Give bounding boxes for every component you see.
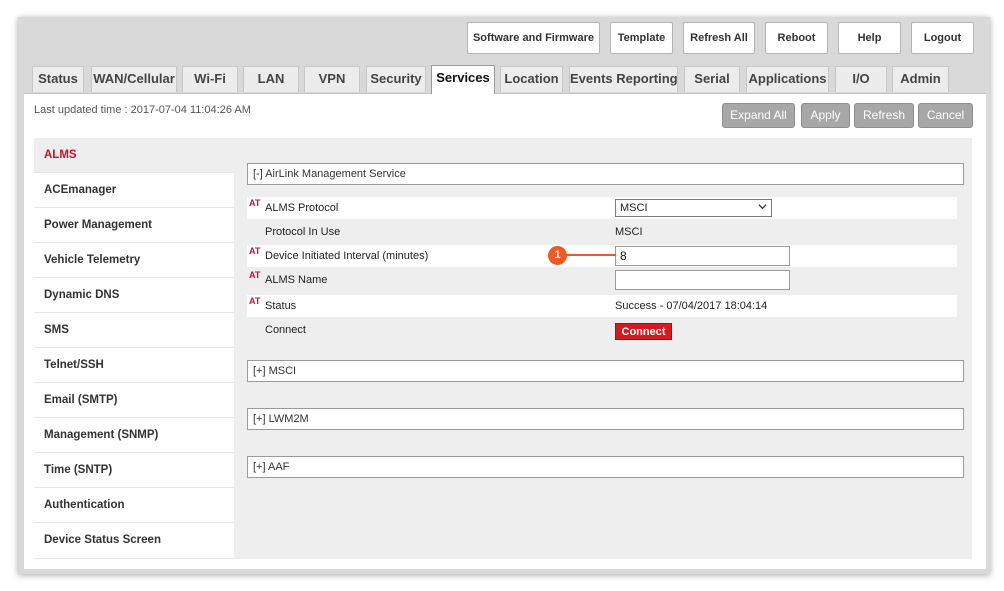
- connect-label: Connect: [265, 324, 306, 336]
- status-label: Status: [265, 300, 297, 312]
- sidebar-item-management-snmp[interactable]: Management (SNMP): [34, 418, 234, 453]
- last-updated-text: Last updated time : 2017-07-04 11:04:26 …: [34, 104, 251, 116]
- sidebar-item-dynamic-dns[interactable]: Dynamic DNS: [34, 278, 234, 313]
- alms-protocol-label: ALMS Protocol: [265, 202, 339, 214]
- refresh-button[interactable]: Refresh: [854, 103, 914, 128]
- tab-events-reporting[interactable]: Events Reporting: [569, 66, 678, 92]
- template-button[interactable]: Template: [610, 22, 673, 54]
- expand-all-button[interactable]: Expand All: [722, 103, 795, 128]
- connect-row: Connect Connect: [247, 319, 957, 341]
- tab-services[interactable]: Services: [431, 65, 495, 94]
- sidebar-item-vehicle-telemetry[interactable]: Vehicle Telemetry: [34, 243, 234, 278]
- tab-wan-cellular[interactable]: WAN/Cellular: [91, 66, 177, 92]
- section-lwm2m-header[interactable]: [+] LWM2M: [247, 408, 964, 430]
- help-button[interactable]: Help: [838, 22, 901, 54]
- sidebar-item-telnet-ssh[interactable]: Telnet/SSH: [34, 348, 234, 383]
- status-value: Success - 07/04/2017 18:04:14: [615, 300, 768, 312]
- main-panel: Last updated time : 2017-07-04 11:04:26 …: [24, 93, 986, 569]
- callout-pointer-line: [563, 254, 616, 256]
- sidebar-item-sms[interactable]: SMS: [34, 313, 234, 348]
- alms-name-row: AT ALMS Name: [247, 269, 957, 291]
- sidebar-item-acemanager[interactable]: ACEmanager: [34, 173, 234, 208]
- cancel-button[interactable]: Cancel: [918, 103, 973, 128]
- section-aaf-header[interactable]: [+] AAF: [247, 456, 964, 478]
- alms-protocol-select[interactable]: MSCI: [615, 199, 772, 217]
- at-marker: AT: [249, 270, 261, 280]
- tab-lan[interactable]: LAN: [243, 66, 299, 92]
- status-row: AT Status Success - 07/04/2017 18:04:14: [247, 295, 957, 317]
- callout-badge: 1: [548, 246, 567, 265]
- logout-button[interactable]: Logout: [911, 22, 974, 54]
- reboot-button[interactable]: Reboot: [765, 22, 828, 54]
- connect-button[interactable]: Connect: [615, 323, 672, 340]
- alms-protocol-row: AT ALMS Protocol MSCI: [247, 197, 957, 219]
- services-content: ALMS ACEmanager Power Management Vehicle…: [34, 138, 972, 559]
- tab-security[interactable]: Security: [366, 66, 426, 92]
- apply-button[interactable]: Apply: [801, 103, 850, 128]
- protocol-in-use-label: Protocol In Use: [265, 226, 341, 238]
- at-marker: AT: [249, 246, 261, 256]
- tab-admin[interactable]: Admin: [892, 66, 949, 92]
- section-msci-header[interactable]: [+] MSCI: [247, 360, 964, 382]
- software-firmware-button[interactable]: Software and Firmware: [467, 22, 600, 54]
- tab-location[interactable]: Location: [500, 66, 563, 92]
- section-alms-header[interactable]: [-] AirLink Management Service: [247, 163, 964, 185]
- sidebar-item-alms[interactable]: ALMS: [34, 138, 234, 173]
- protocol-in-use-row: Protocol In Use MSCI: [247, 221, 957, 243]
- refresh-all-button[interactable]: Refresh All: [683, 22, 755, 54]
- sidebar-item-email-smtp[interactable]: Email (SMTP): [34, 383, 234, 418]
- tab-vpn[interactable]: VPN: [304, 66, 360, 92]
- sidebar-item-power-management[interactable]: Power Management: [34, 208, 234, 243]
- tab-applications[interactable]: Applications: [746, 66, 829, 92]
- sidebar-item-time-sntp[interactable]: Time (SNTP): [34, 453, 234, 488]
- sidebar-item-device-status-screen[interactable]: Device Status Screen: [34, 523, 234, 559]
- chevron-down-icon: [758, 204, 767, 210]
- tab-wifi[interactable]: Wi-Fi: [182, 66, 238, 92]
- alms-name-input[interactable]: [615, 270, 790, 290]
- at-marker: AT: [249, 198, 261, 208]
- at-marker: AT: [249, 296, 261, 306]
- sidebar-item-authentication[interactable]: Authentication: [34, 488, 234, 523]
- protocol-in-use-value: MSCI: [615, 226, 643, 238]
- tab-serial[interactable]: Serial: [684, 66, 740, 92]
- interval-input[interactable]: [615, 246, 790, 266]
- interval-row: AT Device Initiated Interval (minutes): [247, 245, 957, 267]
- app-window: Software and Firmware Template Refresh A…: [18, 17, 990, 574]
- tab-io[interactable]: I/O: [835, 66, 887, 92]
- alms-name-label: ALMS Name: [265, 274, 328, 286]
- interval-label: Device Initiated Interval (minutes): [265, 250, 429, 262]
- tab-status[interactable]: Status: [32, 66, 84, 92]
- alms-protocol-selected: MSCI: [620, 202, 648, 214]
